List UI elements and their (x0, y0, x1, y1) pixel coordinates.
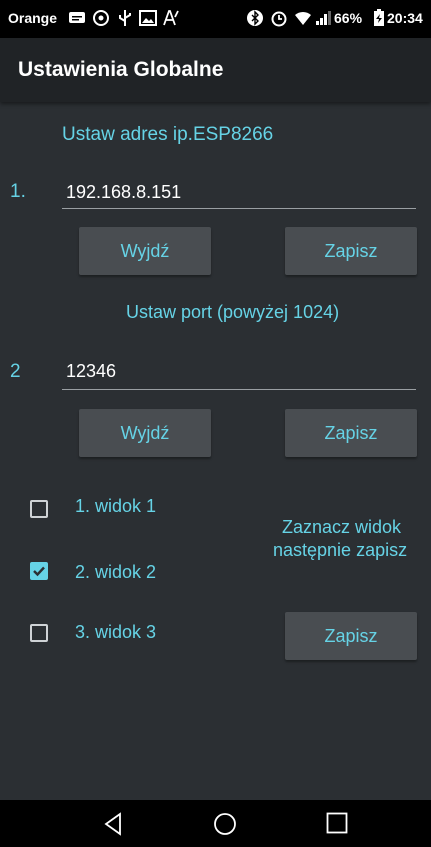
port-input-underline (62, 389, 416, 390)
port-exit-button[interactable]: Wyjdź (79, 409, 211, 457)
settings-screen: Orange 66% 20:34 Ustawienia Globalne Ust… (0, 0, 431, 847)
ip-index-label: 1. (10, 181, 26, 202)
carrier-label: Orange (8, 10, 58, 26)
view-hint-line-2: następnie zapisz (273, 540, 408, 560)
status-bar: Orange 66% 20:34 (0, 0, 431, 38)
view-1-label[interactable]: 1. widok 1 (75, 496, 156, 517)
view-save-button[interactable]: Zapisz (285, 612, 417, 660)
view-1-checkbox[interactable] (30, 500, 48, 518)
data-saver-icon (93, 10, 109, 26)
ip-address-input[interactable]: 192.168.8.151 (66, 182, 181, 203)
view-3-label[interactable]: 3. widok 3 (75, 622, 156, 643)
font-icon (163, 10, 179, 26)
message-icon (69, 12, 85, 23)
app-bar: Ustawienia Globalne (0, 38, 431, 102)
port-heading: Ustaw port (powyżej 1024) (126, 302, 340, 322)
page-title: Ustawienia Globalne (18, 58, 224, 81)
port-input[interactable]: 12346 (66, 361, 116, 382)
port-index-label: 2 (10, 361, 21, 382)
bluetooth-icon (247, 10, 263, 26)
nav-bar (0, 800, 431, 847)
clock: 20:34 (387, 10, 423, 26)
image-icon (139, 10, 157, 26)
view-hint-line-1: Zaznacz widok (282, 517, 402, 537)
view-2-checkbox[interactable] (30, 562, 48, 580)
home-icon[interactable] (213, 812, 237, 836)
battery-percent: 66% (334, 10, 363, 26)
ip-heading: Ustaw adres ip.ESP8266 (62, 124, 274, 145)
port-save-button[interactable]: Zapisz (285, 409, 417, 457)
recents-icon[interactable] (326, 812, 348, 834)
ip-save-button[interactable]: Zapisz (285, 227, 417, 275)
back-icon[interactable] (103, 812, 123, 836)
view-2-label[interactable]: 2. widok 2 (75, 562, 156, 583)
signal-icon (316, 11, 331, 25)
battery-charging-icon (374, 9, 384, 26)
checkmark-icon (33, 566, 45, 577)
alarm-icon (271, 11, 287, 27)
ip-input-underline (62, 208, 416, 209)
wifi-icon (295, 11, 311, 25)
usb-icon (119, 10, 131, 26)
view-3-checkbox[interactable] (30, 624, 48, 642)
ip-exit-button[interactable]: Wyjdź (79, 227, 211, 275)
